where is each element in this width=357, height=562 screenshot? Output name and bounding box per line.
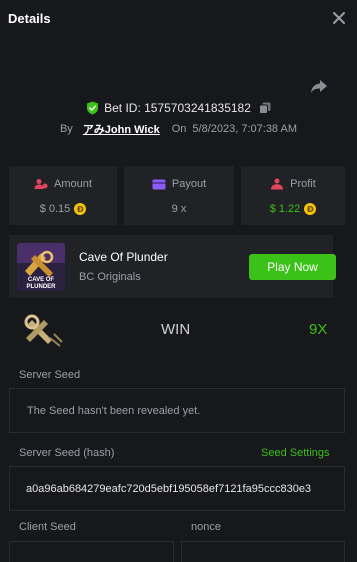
currency-coin-icon: Đ	[74, 203, 87, 215]
client-seed-label: Client Seed	[19, 521, 76, 533]
username-link[interactable]: アみJohn Wick	[83, 121, 160, 137]
nonce-field[interactable]	[181, 541, 345, 562]
page-title: Details	[8, 11, 51, 26]
key-icon	[24, 314, 63, 347]
wallet-icon	[152, 179, 166, 189]
profit-value: $ 1.22	[269, 203, 301, 215]
close-icon[interactable]	[330, 9, 348, 27]
shield-check-icon	[87, 101, 99, 115]
server-seed-hash-label: Server Seed (hash)	[19, 447, 115, 459]
share-icon[interactable]	[309, 76, 329, 96]
game-thumbnail[interactable]: CAVE OF PLUNDER	[17, 243, 65, 291]
server-seed-field: The Seed hasn't been revealed yet.	[9, 388, 345, 433]
result-outcome: WIN	[161, 321, 191, 338]
profit-label: Profit	[290, 178, 316, 190]
amount-value: $ 0.15	[39, 203, 71, 215]
stat-payout: Payout 9 x	[124, 166, 234, 225]
bet-byline: By アみJohn Wick On 5/8/2023, 7:07:38 AM	[0, 120, 357, 138]
by-label: By	[59, 123, 73, 135]
bet-id-row: Bet ID: 1575703241835182	[0, 99, 357, 117]
amount-label: Amount	[54, 178, 92, 190]
result-multiplier: 9X	[309, 321, 328, 338]
bet-id: Bet ID: 1575703241835182	[104, 101, 251, 115]
copy-icon[interactable]	[258, 102, 271, 114]
user-coins-icon	[34, 179, 48, 189]
payout-value: 9 x	[171, 203, 187, 215]
server-seed-hash-value: a0a96ab684279eafc720d5ebf195058ef7121fa9…	[26, 483, 312, 495]
thumb-text: PLUNDER	[26, 284, 56, 290]
payout-label: Payout	[171, 178, 207, 190]
play-now-button[interactable]: Play Now	[249, 254, 336, 280]
header: Details	[0, 0, 357, 40]
on-label: On	[171, 123, 187, 135]
profit-icon	[271, 178, 284, 190]
bet-datetime: 5/8/2023, 7:07:38 AM	[192, 123, 298, 135]
server-seed-label: Server Seed	[19, 369, 81, 381]
game-name: Cave Of Plunder	[79, 250, 168, 264]
currency-coin-icon: Đ	[304, 203, 317, 215]
thumb-text: CAVE OF	[28, 277, 55, 283]
game-card: CAVE OF PLUNDER Cave Of Plunder BC Origi…	[9, 235, 336, 298]
game-provider: BC Originals	[79, 271, 141, 283]
client-seed-field[interactable]	[9, 541, 174, 562]
seed-settings-link[interactable]: Seed Settings	[261, 447, 330, 459]
server-seed-value: The Seed hasn't been revealed yet.	[27, 405, 201, 417]
stat-profit: Profit $ 1.22 Đ	[241, 166, 345, 225]
nonce-label: nonce	[191, 521, 221, 533]
stat-amount: Amount $ 0.15 Đ	[9, 166, 117, 225]
server-seed-hash-field[interactable]: a0a96ab684279eafc720d5ebf195058ef7121fa9…	[9, 466, 345, 511]
